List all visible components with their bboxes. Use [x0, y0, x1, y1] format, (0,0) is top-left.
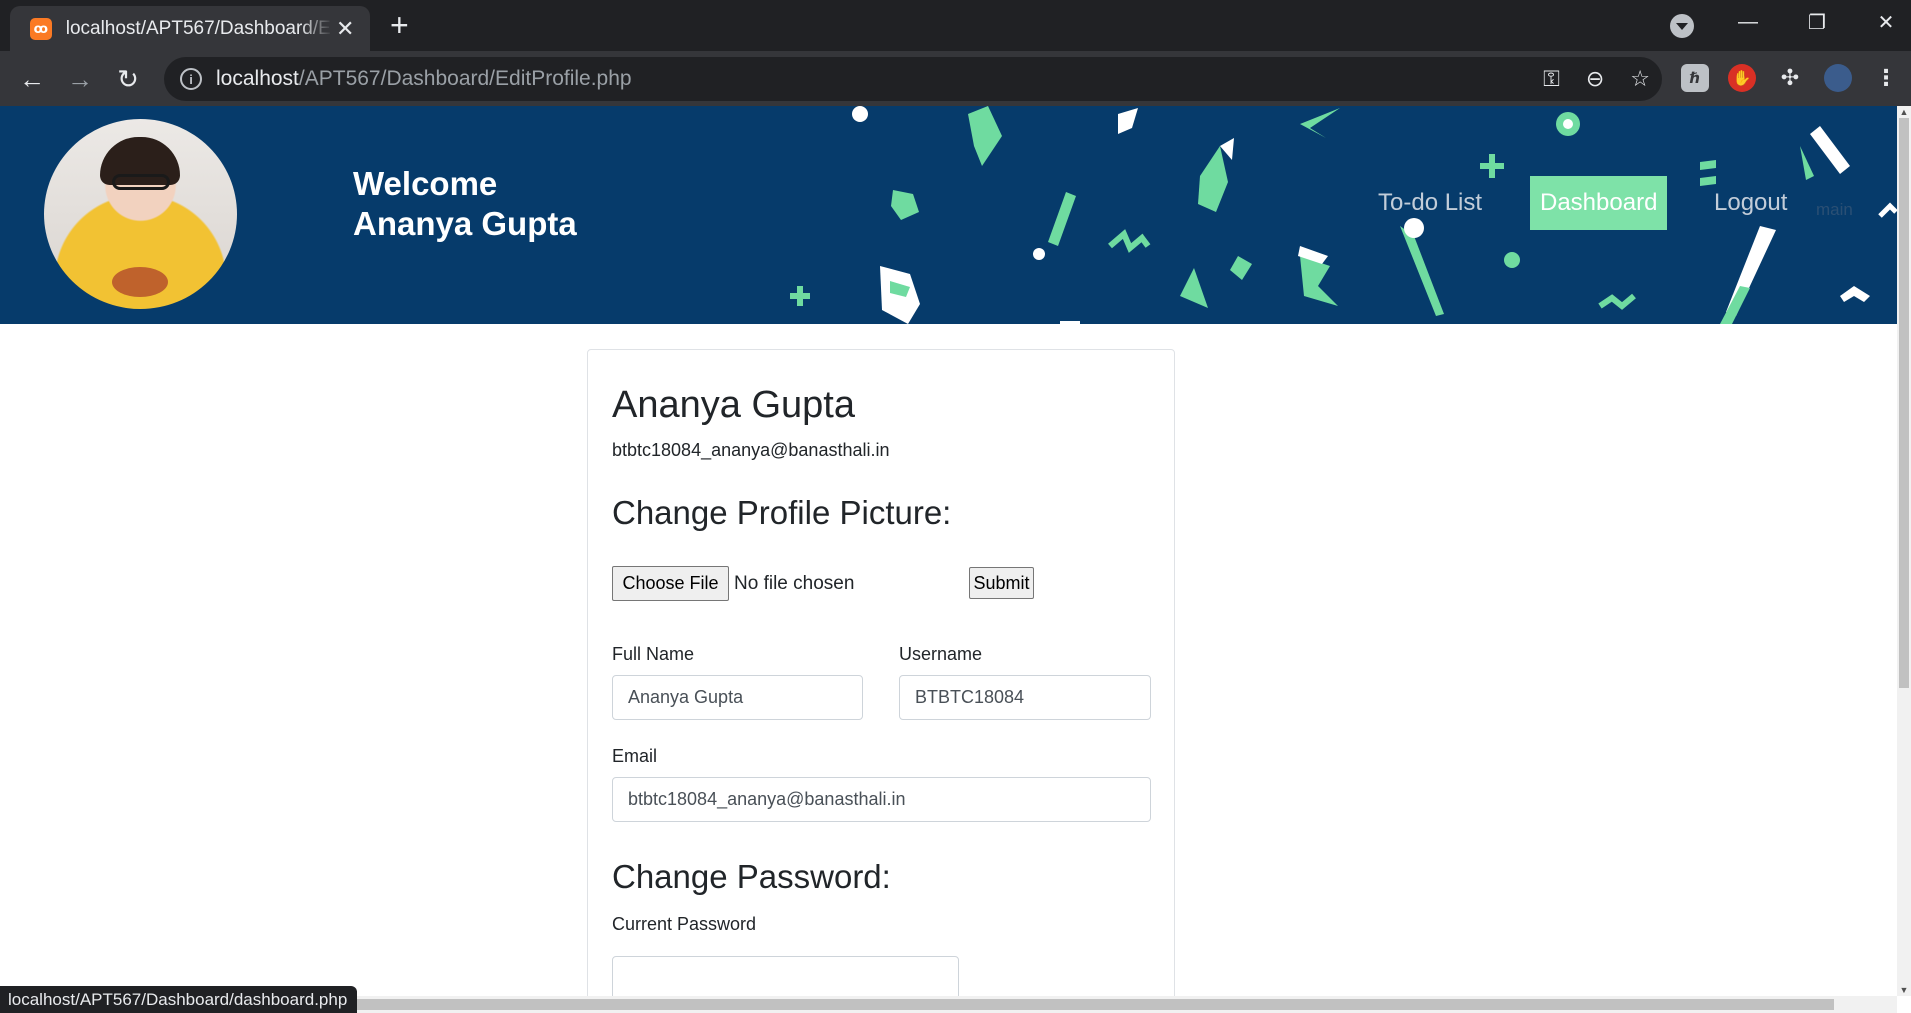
key-icon[interactable]: ⚿ — [1543, 66, 1560, 92]
bookmark-star-icon[interactable]: ☆ — [1630, 66, 1650, 92]
tab-title: localhost/APT567/Dashboard/EditProfile.p… — [65, 17, 333, 39]
vertical-scrollbar[interactable]: ▲ ▼ — [1897, 106, 1911, 996]
vertical-scroll-thumb[interactable] — [1899, 118, 1909, 688]
current-password-label: Current Password — [612, 914, 757, 934]
profile-email: btbtc18084_ananya@banasthali.in — [612, 440, 890, 460]
nav-main-label[interactable]: main — [1816, 200, 1853, 220]
extension-h-icon[interactable]: ℏ — [1681, 64, 1709, 92]
close-window-icon[interactable]: ✕ — [1866, 8, 1906, 36]
email-input[interactable]: btbtc18084_ananya@banasthali.in — [612, 777, 1151, 822]
scroll-up-arrow-icon[interactable]: ▲ — [1897, 106, 1911, 118]
reload-icon[interactable]: ↻ — [110, 61, 146, 97]
link-status-bubble: localhost/APT567/Dashboard/dashboard.php — [0, 986, 358, 1013]
header-banner: Welcome Ananya Gupta To-do List Dashboar… — [0, 106, 1897, 324]
back-arrow-icon[interactable]: ← — [14, 61, 50, 97]
url-text[interactable]: localhost/APT567/Dashboard/EditProfile.p… — [216, 67, 632, 91]
welcome-user-name: Ananya Gupta — [353, 205, 577, 242]
file-status-text: No file chosen — [734, 573, 855, 594]
omnibox-actions: ⚿ ⊖ ☆ — [1543, 57, 1650, 101]
submit-picture-button[interactable]: Submit — [969, 567, 1034, 599]
minimize-icon[interactable]: — — [1728, 8, 1768, 36]
xampp-favicon-icon: ꝏ — [30, 17, 52, 40]
page-viewport: Welcome Ananya Gupta To-do List Dashboar… — [0, 106, 1897, 996]
nav-dashboard[interactable]: Dashboard — [1530, 176, 1668, 230]
site-info-icon[interactable]: i — [180, 68, 202, 90]
scroll-down-arrow-icon[interactable]: ▼ — [1897, 984, 1911, 996]
profile-name: Ananya Gupta — [612, 384, 855, 426]
extension-stop-icon[interactable]: ✋ — [1728, 64, 1756, 92]
nav-todo-label[interactable]: To-do List — [1378, 189, 1482, 217]
zoom-icon[interactable]: ⊖ — [1586, 66, 1604, 92]
nav-dashboard-label[interactable]: Dashboard — [1530, 176, 1668, 230]
restore-icon[interactable]: ❐ — [1797, 8, 1837, 36]
new-tab-button[interactable]: + — [390, 8, 409, 42]
close-tab-icon[interactable]: ✕ — [332, 16, 358, 42]
extensions-puzzle-icon[interactable]: ✣ — [1776, 64, 1804, 92]
browser-tab[interactable]: ꝏ localhost/APT567/Dashboard/EditProfile… — [10, 6, 370, 51]
nav-todo-list[interactable]: To-do List — [1378, 176, 1482, 230]
username-input[interactable]: BTBTC18084 — [899, 675, 1151, 720]
full-name-label: Full Name — [612, 644, 695, 664]
browser-menu-icon[interactable]: ⋮ — [1872, 64, 1900, 92]
welcome-line: Welcome — [353, 165, 498, 202]
forward-arrow-icon[interactable]: → — [62, 61, 98, 97]
change-password-heading: Change Password: — [612, 858, 891, 895]
address-bar[interactable]: i localhost/APT567/Dashboard/EditProfile… — [164, 57, 1662, 101]
browser-tab-bar: ꝏ localhost/APT567/Dashboard/EditProfile… — [0, 0, 1911, 51]
current-password-input[interactable] — [612, 956, 959, 996]
choose-file-button[interactable]: Choose File — [612, 566, 729, 601]
username-label: Username — [899, 644, 983, 664]
browser-toolbar: ← → ↻ i localhost/APT567/Dashboard/EditP… — [0, 51, 1911, 106]
tab-search-icon[interactable] — [1670, 14, 1694, 38]
email-label: Email — [612, 746, 658, 766]
change-picture-heading: Change Profile Picture: — [612, 494, 952, 531]
edit-profile-card: Ananya Gupta btbtc18084_ananya@banasthal… — [587, 349, 1175, 996]
profile-avatar — [44, 119, 237, 309]
full-name-input[interactable]: Ananya Gupta — [612, 675, 863, 720]
nav-logout-label[interactable]: Logout — [1714, 189, 1787, 217]
nav-logout[interactable]: Logout — [1714, 176, 1787, 230]
avatar-embroidery — [112, 267, 168, 297]
avatar-glasses — [112, 174, 170, 190]
welcome-heading: Welcome Ananya Gupta — [353, 164, 577, 244]
profile-avatar-icon[interactable] — [1824, 64, 1852, 92]
